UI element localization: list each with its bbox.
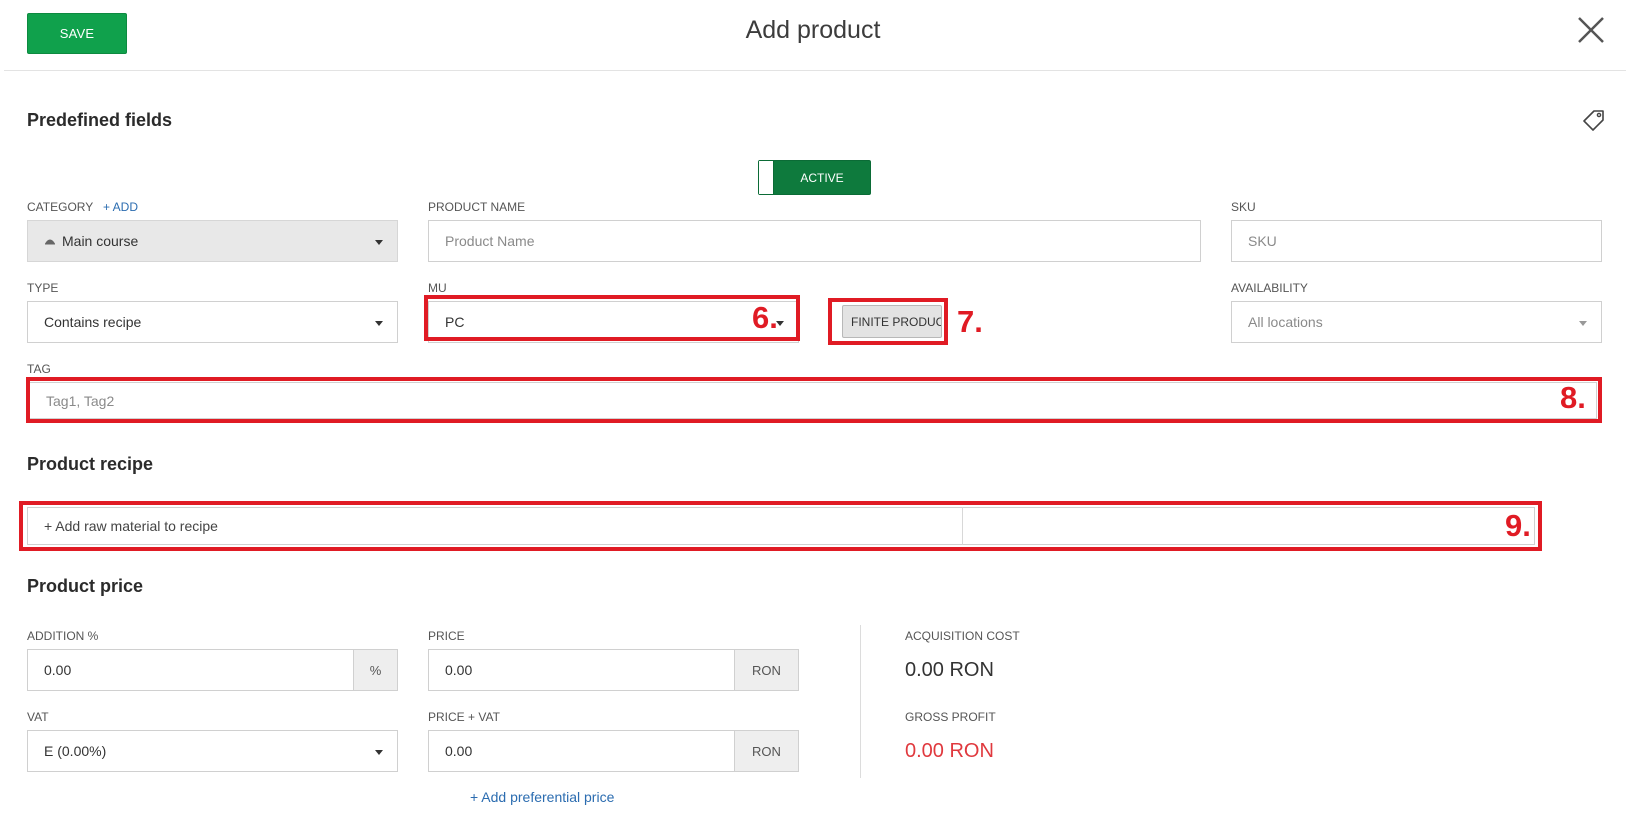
toggle-knob: [759, 161, 774, 194]
category-select[interactable]: Main course: [27, 220, 398, 262]
header-divider: [4, 70, 1626, 71]
close-icon[interactable]: [1576, 15, 1606, 45]
vat-value: E (0.00%): [44, 743, 107, 759]
percent-suffix: %: [353, 650, 397, 690]
sku-placeholder: SKU: [1248, 233, 1277, 249]
gross-profit-label: GROSS PROFIT: [905, 710, 996, 724]
sku-label: SKU: [1231, 200, 1256, 214]
dish-icon: [44, 233, 56, 249]
active-toggle[interactable]: ACTIVE: [758, 160, 871, 195]
chevron-down-icon: [375, 240, 383, 245]
finite-product-button[interactable]: FINITE PRODUCT: [842, 305, 942, 338]
annotation-number-6: 6.: [752, 300, 778, 335]
price-input[interactable]: 0.00 RON: [428, 649, 799, 691]
chevron-down-icon: [375, 750, 383, 755]
mu-value: PC: [445, 314, 465, 330]
category-value: Main course: [62, 233, 139, 249]
mu-select[interactable]: PC: [428, 301, 799, 343]
type-label: TYPE: [27, 281, 59, 295]
add-preferential-price-link[interactable]: + Add preferential price: [470, 789, 614, 805]
add-category-link[interactable]: + ADD: [103, 200, 138, 214]
toggle-label: ACTIVE: [800, 170, 844, 185]
type-select[interactable]: Contains recipe: [27, 301, 398, 343]
annotation-number-7: 7.: [957, 304, 983, 339]
price-divider: [860, 625, 861, 778]
add-product-page: SAVE Add product Predefined fields ACTIV…: [0, 0, 1626, 831]
tag-placeholder: Tag1, Tag2: [46, 392, 115, 409]
price-label: PRICE: [428, 629, 465, 643]
currency-suffix: RON: [734, 731, 798, 771]
price-vat-label: PRICE + VAT: [428, 710, 500, 724]
recipe-side-panel: [962, 507, 1535, 545]
availability-label: AVAILABILITY: [1231, 281, 1308, 295]
add-raw-material-button[interactable]: + Add raw material to recipe: [27, 507, 962, 545]
tag-icon[interactable]: [1583, 109, 1605, 131]
page-title: Add product: [745, 16, 881, 44]
addition-value: 0.00: [44, 662, 72, 678]
annotation-number-8: 8.: [1560, 380, 1586, 415]
addition-label: ADDITION %: [27, 629, 99, 643]
type-value: Contains recipe: [44, 314, 142, 330]
addition-input[interactable]: 0.00 %: [27, 649, 398, 691]
add-raw-material-label: + Add raw material to recipe: [44, 518, 218, 534]
mu-label: MU: [428, 281, 447, 295]
currency-suffix: RON: [734, 650, 798, 690]
section-title-recipe: Product recipe: [27, 454, 154, 474]
product-name-input[interactable]: Product Name: [428, 220, 1201, 262]
price-value: 0.00: [445, 662, 473, 678]
price-vat-value: 0.00: [445, 743, 473, 759]
availability-value: All locations: [1248, 314, 1323, 330]
vat-select[interactable]: E (0.00%): [27, 730, 398, 772]
availability-select[interactable]: All locations: [1231, 301, 1602, 343]
chevron-down-icon: [1579, 321, 1587, 326]
chevron-down-icon: [375, 321, 383, 326]
sku-input[interactable]: SKU: [1231, 220, 1602, 262]
save-button[interactable]: SAVE: [27, 13, 127, 54]
category-label: CATEGORY: [27, 200, 94, 214]
product-name-placeholder: Product Name: [445, 233, 535, 249]
annotation-number-9: 9.: [1505, 508, 1531, 543]
section-title-predefined: Predefined fields: [27, 110, 173, 130]
vat-label: VAT: [27, 710, 49, 724]
gross-profit-value: 0.00 RON: [905, 740, 994, 762]
section-title-price: Product price: [27, 576, 144, 596]
tag-label: TAG: [27, 362, 51, 376]
product-name-label: PRODUCT NAME: [428, 200, 526, 214]
acquisition-cost-label: ACQUISITION COST: [905, 629, 1020, 643]
acquisition-cost-value: 0.00 RON: [905, 659, 994, 681]
tag-input[interactable]: Tag1, Tag2: [29, 382, 1597, 419]
price-vat-input[interactable]: 0.00 RON: [428, 730, 799, 772]
